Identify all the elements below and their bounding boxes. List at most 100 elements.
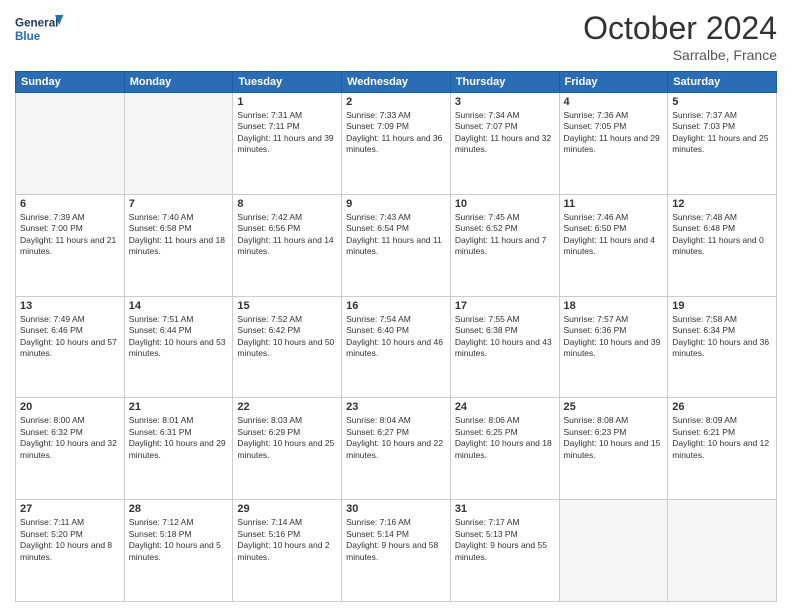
day-number: 31	[455, 503, 555, 515]
week-row-0: 1 Sunrise: 7:31 AMSunset: 7:11 PMDaylight…	[16, 93, 777, 195]
calendar-cell: 18 Sunrise: 7:57 AMSunset: 6:36 PMDayligh…	[559, 296, 668, 398]
cell-info: Sunrise: 7:11 AMSunset: 5:20 PMDaylight:…	[20, 517, 120, 563]
day-number: 9	[346, 198, 446, 210]
cell-info: Sunrise: 7:46 AMSunset: 6:50 PMDaylight:…	[564, 212, 664, 258]
cell-info: Sunrise: 7:17 AMSunset: 5:13 PMDaylight:…	[455, 517, 555, 563]
day-number: 15	[237, 300, 337, 312]
calendar-cell: 20 Sunrise: 8:00 AMSunset: 6:32 PMDayligh…	[16, 398, 125, 500]
weekday-header-monday: Monday	[124, 72, 233, 93]
calendar-cell: 9 Sunrise: 7:43 AMSunset: 6:54 PMDaylight…	[342, 194, 451, 296]
calendar-cell: 1 Sunrise: 7:31 AMSunset: 7:11 PMDaylight…	[233, 93, 342, 195]
day-number: 20	[20, 401, 120, 413]
cell-info: Sunrise: 7:48 AMSunset: 6:48 PMDaylight:…	[672, 212, 772, 258]
cell-info: Sunrise: 7:12 AMSunset: 5:18 PMDaylight:…	[129, 517, 229, 563]
cell-info: Sunrise: 8:06 AMSunset: 6:25 PMDaylight:…	[455, 415, 555, 461]
svg-text:General: General	[15, 17, 58, 30]
day-number: 7	[129, 198, 229, 210]
page: General Blue October 2024 Sarralbe, Fran…	[0, 0, 792, 612]
calendar-cell: 3 Sunrise: 7:34 AMSunset: 7:07 PMDaylight…	[450, 93, 559, 195]
day-number: 10	[455, 198, 555, 210]
cell-info: Sunrise: 7:45 AMSunset: 6:52 PMDaylight:…	[455, 212, 555, 258]
month-title: October 2024	[583, 10, 777, 47]
cell-info: Sunrise: 7:52 AMSunset: 6:42 PMDaylight:…	[237, 314, 337, 360]
day-number: 30	[346, 503, 446, 515]
location: Sarralbe, France	[583, 47, 777, 63]
day-number: 29	[237, 503, 337, 515]
calendar-cell: 29 Sunrise: 7:14 AMSunset: 5:16 PMDayligh…	[233, 500, 342, 602]
cell-info: Sunrise: 7:39 AMSunset: 7:00 PMDaylight:…	[20, 212, 120, 258]
calendar-cell: 8 Sunrise: 7:42 AMSunset: 6:56 PMDaylight…	[233, 194, 342, 296]
calendar-cell: 12 Sunrise: 7:48 AMSunset: 6:48 PMDayligh…	[668, 194, 777, 296]
day-number: 23	[346, 401, 446, 413]
cell-info: Sunrise: 7:37 AMSunset: 7:03 PMDaylight:…	[672, 110, 772, 156]
day-number: 26	[672, 401, 772, 413]
cell-info: Sunrise: 8:01 AMSunset: 6:31 PMDaylight:…	[129, 415, 229, 461]
day-number: 4	[564, 96, 664, 108]
weekday-header-friday: Friday	[559, 72, 668, 93]
cell-info: Sunrise: 7:36 AMSunset: 7:05 PMDaylight:…	[564, 110, 664, 156]
day-number: 28	[129, 503, 229, 515]
cell-info: Sunrise: 7:34 AMSunset: 7:07 PMDaylight:…	[455, 110, 555, 156]
day-number: 1	[237, 96, 337, 108]
day-number: 12	[672, 198, 772, 210]
day-number: 18	[564, 300, 664, 312]
week-row-4: 27 Sunrise: 7:11 AMSunset: 5:20 PMDayligh…	[16, 500, 777, 602]
calendar-cell: 19Sunrise: 7:58 AMSunset: 6:34 PMDayligh…	[668, 296, 777, 398]
calendar-cell	[16, 93, 125, 195]
svg-text:Blue: Blue	[15, 30, 41, 43]
weekday-header-wednesday: Wednesday	[342, 72, 451, 93]
day-number: 8	[237, 198, 337, 210]
calendar-cell: 6 Sunrise: 7:39 AMSunset: 7:00 PMDaylight…	[16, 194, 125, 296]
weekday-header-sunday: Sunday	[16, 72, 125, 93]
week-row-3: 20 Sunrise: 8:00 AMSunset: 6:32 PMDayligh…	[16, 398, 777, 500]
calendar-cell: 4 Sunrise: 7:36 AMSunset: 7:05 PMDaylight…	[559, 93, 668, 195]
day-number: 17	[455, 300, 555, 312]
calendar-cell: 30 Sunrise: 7:16 AMSunset: 5:14 PMDayligh…	[342, 500, 451, 602]
day-number: 5	[672, 96, 772, 108]
day-number: 2	[346, 96, 446, 108]
day-number: 11	[564, 198, 664, 210]
calendar: SundayMondayTuesdayWednesdayThursdayFrid…	[15, 71, 777, 602]
cell-info: Sunrise: 7:43 AMSunset: 6:54 PMDaylight:…	[346, 212, 446, 258]
weekday-header-saturday: Saturday	[668, 72, 777, 93]
calendar-cell	[668, 500, 777, 602]
cell-info: Sunrise: 7:55 AMSunset: 6:38 PMDaylight:…	[455, 314, 555, 360]
cell-info: Sunrise: 7:14 AMSunset: 5:16 PMDaylight:…	[237, 517, 337, 563]
calendar-cell: 28 Sunrise: 7:12 AMSunset: 5:18 PMDayligh…	[124, 500, 233, 602]
day-number: 14	[129, 300, 229, 312]
cell-info: Sunrise: 8:00 AMSunset: 6:32 PMDaylight:…	[20, 415, 120, 461]
cell-info: Sunrise: 8:03 AMSunset: 6:29 PMDaylight:…	[237, 415, 337, 461]
cell-info: Sunrise: 7:42 AMSunset: 6:56 PMDaylight:…	[237, 212, 337, 258]
day-number: 27	[20, 503, 120, 515]
logo-svg: General Blue	[15, 10, 65, 50]
cell-info: Sunrise: 7:16 AMSunset: 5:14 PMDaylight:…	[346, 517, 446, 563]
cell-info: Sunrise: 8:04 AMSunset: 6:27 PMDaylight:…	[346, 415, 446, 461]
calendar-cell: 11 Sunrise: 7:46 AMSunset: 6:50 PMDayligh…	[559, 194, 668, 296]
week-row-2: 13Sunrise: 7:49 AMSunset: 6:46 PMDayligh…	[16, 296, 777, 398]
title-area: October 2024 Sarralbe, France	[583, 10, 777, 63]
calendar-cell	[124, 93, 233, 195]
cell-info: Sunrise: 7:57 AMSunset: 6:36 PMDaylight:…	[564, 314, 664, 360]
calendar-cell: 21 Sunrise: 8:01 AMSunset: 6:31 PMDayligh…	[124, 398, 233, 500]
calendar-cell: 24 Sunrise: 8:06 AMSunset: 6:25 PMDayligh…	[450, 398, 559, 500]
calendar-cell: 10 Sunrise: 7:45 AMSunset: 6:52 PMDayligh…	[450, 194, 559, 296]
calendar-cell: 7 Sunrise: 7:40 AMSunset: 6:58 PMDaylight…	[124, 194, 233, 296]
calendar-cell: 5 Sunrise: 7:37 AMSunset: 7:03 PMDaylight…	[668, 93, 777, 195]
calendar-cell: 14Sunrise: 7:51 AMSunset: 6:44 PMDayligh…	[124, 296, 233, 398]
calendar-cell: 22Sunrise: 8:03 AMSunset: 6:29 PMDayligh…	[233, 398, 342, 500]
day-number: 16	[346, 300, 446, 312]
day-number: 24	[455, 401, 555, 413]
logo: General Blue	[15, 10, 65, 50]
cell-info: Sunrise: 8:09 AMSunset: 6:21 PMDaylight:…	[672, 415, 772, 461]
day-number: 3	[455, 96, 555, 108]
day-number: 21	[129, 401, 229, 413]
day-number: 19	[672, 300, 772, 312]
cell-info: Sunrise: 7:31 AMSunset: 7:11 PMDaylight:…	[237, 110, 337, 156]
cell-info: Sunrise: 7:40 AMSunset: 6:58 PMDaylight:…	[129, 212, 229, 258]
calendar-cell: 25Sunrise: 8:08 AMSunset: 6:23 PMDayligh…	[559, 398, 668, 500]
calendar-cell: 31 Sunrise: 7:17 AMSunset: 5:13 PMDayligh…	[450, 500, 559, 602]
header: General Blue October 2024 Sarralbe, Fran…	[15, 10, 777, 63]
calendar-cell: 16Sunrise: 7:54 AMSunset: 6:40 PMDayligh…	[342, 296, 451, 398]
calendar-cell: 17 Sunrise: 7:55 AMSunset: 6:38 PMDayligh…	[450, 296, 559, 398]
day-number: 6	[20, 198, 120, 210]
